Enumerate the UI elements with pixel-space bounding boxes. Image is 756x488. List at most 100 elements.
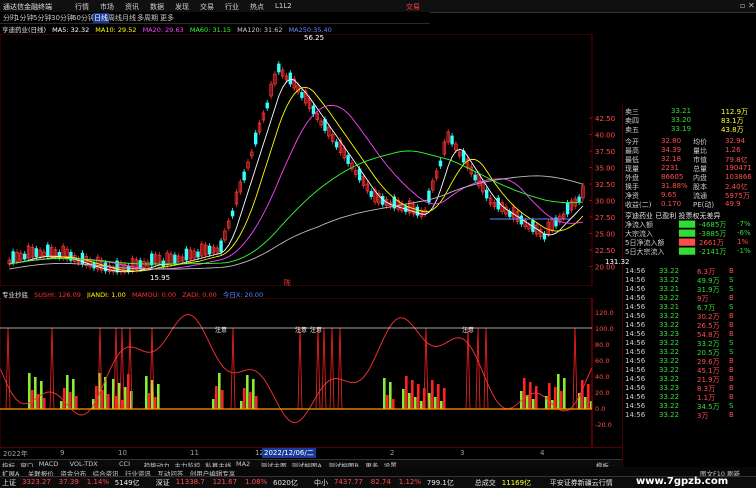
indicator-mark: 注意 [215, 326, 227, 334]
indicator-bar [548, 383, 551, 409]
stat-label: PE(动) [693, 201, 715, 209]
fund-value: -2141万 [699, 248, 727, 256]
indicator-tick: 60.0 [595, 357, 609, 365]
tick-price: 33.21 [659, 303, 680, 311]
tick-price: 33.22 [659, 366, 680, 374]
period-tab-30min[interactable]: 30分钟 [51, 13, 74, 23]
indicator-bar [443, 388, 446, 409]
indicator-chart[interactable]: 120.0100.080.060.040.020.00.0-20.0 注意 注意注… [0, 298, 622, 448]
ma250-value: MA250:35.40 [288, 26, 332, 34]
period-tab-1min[interactable]: 1分钟 [15, 13, 33, 23]
date-axis-year: 2022年 [3, 450, 28, 458]
date-axis: 2022年 9 10 11 12 2022/12/06/二 2 3 4 [0, 447, 622, 459]
ask-volume: 43.8万 [721, 126, 744, 134]
indicator-tick: 20.0 [595, 389, 609, 397]
tick-row: 14:56 33.22 21.9万 B [625, 375, 755, 384]
tick-row: 14:56 33.23 8.3万 B [625, 384, 755, 393]
tick-volume: 3万 [697, 412, 709, 420]
indicator-spike [483, 327, 489, 410]
indicator-bar [532, 399, 535, 409]
ask-row: 卖三 33.21 112.9万 [625, 107, 755, 116]
status-item: 1.08% [245, 478, 268, 486]
indicator-tick: 40.0 [595, 373, 609, 381]
tick-time: 14:56 [625, 357, 646, 365]
candle [196, 251, 200, 258]
candle [219, 240, 223, 253]
menu-item-news[interactable]: 资讯 [125, 2, 139, 12]
indicator-bar [417, 384, 420, 409]
tick-direction: S [729, 348, 734, 356]
period-tab-weekly[interactable]: 周线 [108, 13, 122, 23]
indicator-bar [63, 388, 66, 409]
menu-item-discover[interactable]: 发现 [175, 2, 189, 12]
ask-row: 卖五 33.19 43.8万 [625, 125, 755, 134]
stat-value: 2231 [661, 164, 679, 172]
tick-time: 14:56 [625, 348, 646, 356]
menu-item-data[interactable]: 数据 [150, 2, 164, 12]
stat-label: 收益(二) [625, 201, 652, 209]
indicator-bar [154, 397, 157, 409]
period-tab-more[interactable]: 更多 [160, 13, 174, 23]
menu-item-market[interactable]: 行情 [75, 2, 89, 12]
indicator-spike [321, 327, 327, 410]
ask-price: 33.19 [671, 125, 692, 133]
indicator-bar [124, 387, 127, 409]
tick-row: 14:56 33.22 34.5万 S [625, 402, 755, 411]
menu-item-l1l2[interactable]: L1L2 [275, 2, 292, 10]
period-tab-5min[interactable]: 5分钟 [33, 13, 51, 23]
tick-time: 14:56 [625, 294, 646, 302]
stat-value: 103866 [725, 173, 752, 181]
menu-item-exchange[interactable]: 市场 [100, 2, 114, 12]
ma60-value: MA60: 31.15 [189, 26, 232, 34]
candle [207, 245, 212, 255]
status-item: 3323.27 [22, 478, 51, 486]
tick-row: 14:56 33.21 6.7万 S [625, 303, 755, 312]
indicator-bar [145, 376, 148, 409]
indicator-bar [560, 391, 563, 409]
status-item: 1.12% [398, 478, 422, 486]
period-tab-60min[interactable]: 60分钟 [72, 13, 95, 23]
indicator-tick: -20.0 [595, 421, 612, 429]
tick-price: 33.22 [659, 402, 680, 410]
ma120-value: MA120: 31.62 [237, 26, 283, 34]
indicator-spike [49, 327, 55, 410]
tick-direction: B [729, 267, 734, 275]
stat-row: 现量 2231 总量 190471 [625, 164, 755, 173]
period-tab-monthly[interactable]: 月线 [122, 13, 136, 23]
period-tab-multi[interactable]: 多周期 [137, 13, 158, 23]
period-tab-daily[interactable]: 日线 [93, 13, 109, 23]
candle [565, 202, 570, 215]
tick-direction: B [729, 312, 734, 320]
tick-direction: B [729, 294, 734, 302]
trade-button[interactable]: 交易 [406, 2, 420, 12]
menu-item-trade[interactable]: 交易 [200, 2, 214, 12]
fund-pct: -7% [737, 220, 751, 228]
status-item: 37.39 [58, 478, 79, 486]
indicator-bar [60, 401, 63, 409]
window-controls-icon[interactable]: ▫ ✕ [740, 1, 755, 10]
candle [230, 210, 235, 217]
indicator-bar [420, 401, 423, 409]
cursor-marker-label: 陈 [284, 278, 291, 286]
candle [300, 92, 304, 98]
ticks-header-price: 131.32 [605, 258, 630, 266]
status-item: 82.74 [370, 478, 391, 486]
ma-line [9, 78, 584, 273]
tick-row: 14:56 33.22 49.9万 S [625, 276, 755, 285]
candle [438, 160, 443, 167]
ask-price: 33.20 [671, 116, 692, 124]
indicator-tick: 120.0 [595, 309, 614, 317]
indicator-bar [431, 380, 434, 409]
candle [473, 174, 477, 181]
price-tick: 30.00 [595, 198, 615, 206]
tick-price: 33.22 [659, 411, 680, 419]
status-item: 121.67 [212, 478, 238, 486]
menu-item-hot[interactable]: 热点 [250, 2, 264, 12]
tick-row: 14:56 33.22 45.1万 B [625, 366, 755, 375]
extension-tabs: 扩展A 关联报价 资金分布 综合资讯 行业资讯 互动问答 创用户编辑专享 图文F10 刷新 [0, 467, 756, 478]
candlestick-chart[interactable]: 42.50 40.00 37.50 35.00 32.50 30.00 27.50 25.00… [0, 34, 622, 286]
price-tick: 32.50 [595, 181, 615, 189]
ma-legend: 亨迪药业(日线) MA5: 32.32 MA10: 29.52 MA20: 29… [2, 24, 336, 34]
menu-item-industry[interactable]: 行业 [225, 2, 239, 12]
stat-value: 31.88% [661, 182, 688, 190]
